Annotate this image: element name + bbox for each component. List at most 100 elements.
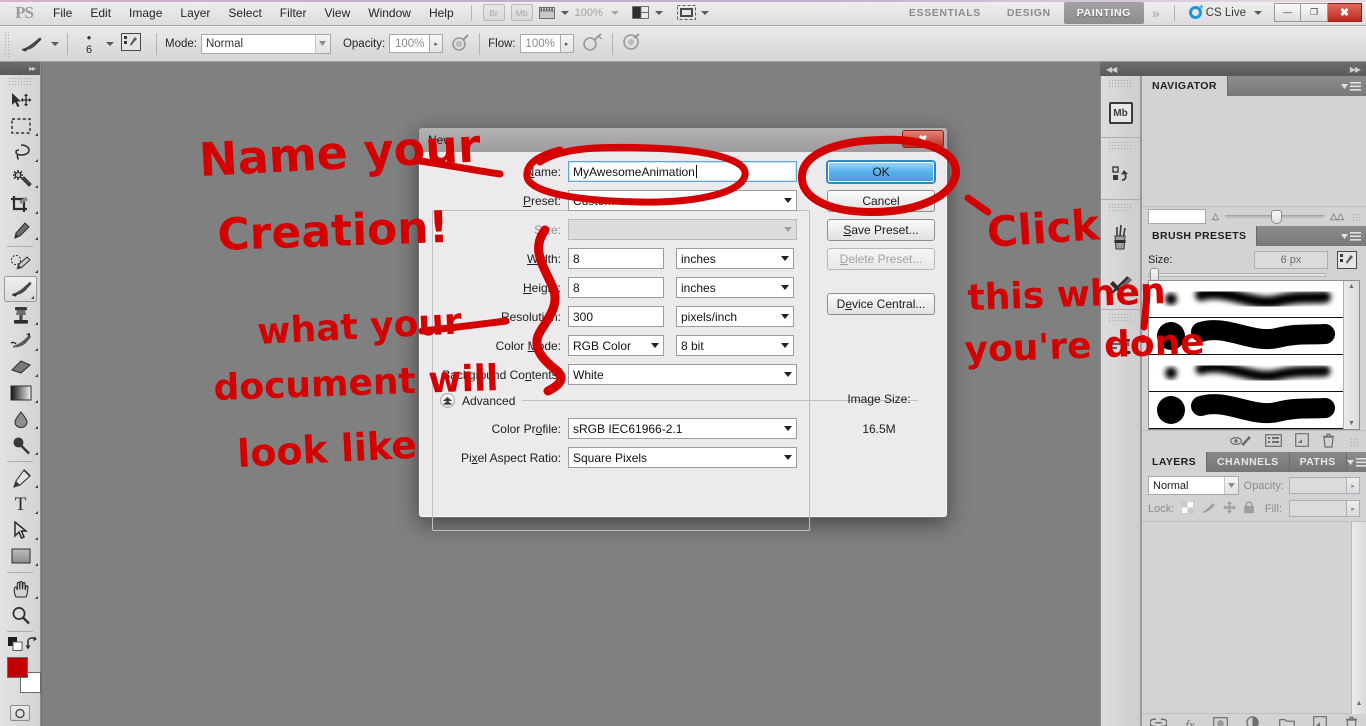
menu-help[interactable]: Help [420, 3, 463, 23]
tab-navigator[interactable]: NAVIGATOR [1142, 76, 1228, 96]
brush-panel-icon[interactable] [1265, 433, 1282, 450]
brush-size-slider[interactable] [1148, 268, 1326, 282]
brush-presets-list[interactable]: ▲ ▼ [1148, 280, 1360, 430]
workspace-essentials[interactable]: ESSENTIALS [896, 2, 994, 24]
new-adjustment-layer-icon[interactable] [1245, 716, 1261, 726]
gradient-tool[interactable] [0, 380, 41, 406]
layer-style-fx-icon[interactable]: fx [1185, 717, 1194, 726]
layer-fill-field[interactable] [1289, 500, 1347, 517]
name-input[interactable]: MyAwesomeAnimation [568, 161, 797, 182]
menu-layer[interactable]: Layer [171, 3, 219, 23]
tab-channels[interactable]: CHANNELS [1207, 452, 1290, 472]
navigator-panel-menu-button[interactable] [1341, 76, 1366, 96]
layers-list[interactable]: ▲ [1142, 521, 1366, 714]
list-item[interactable] [1149, 281, 1343, 318]
view-extras-icon[interactable] [538, 5, 569, 21]
foreground-color-swatch[interactable] [7, 657, 28, 678]
tool-presets-dock-icon[interactable] [1101, 261, 1140, 309]
bit-depth-select[interactable]: 8 bit [676, 335, 794, 356]
clone-source-dock-icon[interactable] [1101, 323, 1140, 371]
quick-selection-tool[interactable] [0, 165, 41, 191]
menu-view[interactable]: View [315, 3, 359, 23]
move-tool[interactable] [0, 87, 41, 113]
menu-select[interactable]: Select [219, 3, 270, 23]
hand-tool[interactable] [0, 576, 41, 602]
resolution-input[interactable]: 300 [568, 306, 664, 327]
zoom-in-icon[interactable]: △△ [1330, 211, 1344, 222]
dock-expand-right-icon[interactable]: ▶▶ [1350, 65, 1361, 74]
zoom-out-icon[interactable]: △ [1212, 211, 1219, 222]
color-mode-select[interactable]: RGB Color [568, 335, 664, 356]
layers-scrollbar[interactable]: ▲ [1351, 522, 1366, 714]
tab-layers[interactable]: LAYERS [1142, 452, 1208, 472]
layer-opacity-field[interactable] [1289, 477, 1347, 494]
lock-image-pixels-icon[interactable] [1201, 501, 1216, 517]
scroll-up-icon[interactable]: ▲ [1348, 281, 1355, 290]
swap-colors-icon[interactable] [26, 637, 39, 650]
lock-position-icon[interactable] [1223, 500, 1237, 517]
brush-tool-preset-icon[interactable] [17, 32, 47, 56]
airbrush-opacity-icon[interactable] [451, 33, 471, 54]
navigator-zoom-slider-thumb[interactable] [1270, 210, 1282, 224]
tab-brush-presets[interactable]: BRUSH PRESETS [1142, 226, 1258, 246]
new-layer-icon[interactable] [1312, 716, 1327, 726]
list-item[interactable] [1149, 429, 1343, 430]
clone-stamp-tool[interactable] [0, 302, 41, 328]
workspace-painting[interactable]: PAINTING [1063, 1, 1144, 24]
add-layer-mask-icon[interactable] [1212, 716, 1228, 726]
lock-all-icon[interactable] [1243, 500, 1255, 517]
rectangle-tool[interactable] [0, 543, 41, 569]
chevron-down-icon[interactable] [51, 41, 59, 46]
width-unit-select[interactable]: inches [676, 248, 794, 269]
dialog-close-button[interactable]: ✖ [902, 130, 944, 148]
width-input[interactable]: 8 [568, 248, 664, 269]
height-unit-select[interactable]: inches [676, 277, 794, 298]
launch-mini-bridge-button[interactable]: Mb [510, 4, 533, 21]
tools-panel-grip[interactable] [8, 77, 32, 86]
delete-brush-preset-icon[interactable] [1322, 433, 1335, 451]
toggle-brush-preview-icon[interactable] [1229, 434, 1252, 450]
tab-paths[interactable]: PATHS [1289, 452, 1347, 472]
scroll-down-icon[interactable]: ▼ [1348, 420, 1355, 429]
navigator-zoom-slider[interactable] [1224, 210, 1325, 224]
dock-grip[interactable] [1108, 203, 1133, 212]
chevron-up-icon[interactable] [440, 393, 455, 408]
device-central-button[interactable]: De vice Central... [827, 293, 935, 315]
resolution-unit-select[interactable]: pixels/inch [676, 306, 794, 327]
tablet-pressure-icon[interactable] [621, 33, 643, 54]
lasso-tool[interactable] [0, 139, 41, 165]
scroll-down-icon[interactable]: ▲ [1352, 522, 1366, 707]
navigator-preview[interactable] [1142, 96, 1366, 206]
chevron-down-icon[interactable] [610, 10, 619, 15]
zoom-level-value[interactable]: 100% [571, 7, 607, 19]
brush-dock-icon[interactable] [1101, 213, 1140, 261]
cs-live-button[interactable]: CS Live [1183, 2, 1268, 19]
brush-tool[interactable] [4, 276, 37, 302]
list-item[interactable] [1149, 318, 1343, 355]
zoom-tool[interactable] [0, 602, 41, 628]
navigator-zoom-input[interactable] [1148, 209, 1206, 224]
dock-grip[interactable] [1108, 79, 1133, 88]
mini-bridge-dock-icon[interactable]: Mb [1101, 89, 1140, 137]
layer-fill-stepper-icon[interactable]: ▸ [1347, 500, 1360, 517]
flow-field-group[interactable]: 100% ▸ [519, 34, 574, 53]
screen-mode-icon[interactable] [676, 5, 709, 20]
history-dock-icon[interactable] [1101, 151, 1140, 199]
new-brush-preset-icon[interactable] [1295, 433, 1309, 450]
spot-healing-brush-tool[interactable] [0, 250, 41, 276]
layers-panel-menu-button[interactable] [1346, 452, 1366, 472]
panel-resize-grip[interactable] [1352, 212, 1360, 221]
pen-tool[interactable] [0, 465, 41, 491]
restore-button[interactable]: ❐ [1301, 2, 1328, 22]
minimize-button[interactable]: — [1274, 2, 1301, 22]
crop-tool[interactable] [0, 191, 41, 217]
new-document-dialog[interactable]: New ✖ NName:ame: MyAwesomeAnimation Pres… [418, 127, 948, 531]
toggle-brush-panel-icon[interactable] [1334, 250, 1360, 270]
background-contents-select[interactable]: White [568, 364, 797, 385]
dodge-tool[interactable] [0, 432, 41, 458]
type-tool[interactable]: T [0, 491, 41, 517]
pixel-aspect-ratio-select[interactable]: Square Pixels [568, 447, 797, 468]
blend-mode-select[interactable]: Normal [200, 33, 331, 54]
lock-transparent-pixels-icon[interactable] [1180, 500, 1195, 517]
close-button[interactable]: ✖ [1328, 2, 1362, 22]
